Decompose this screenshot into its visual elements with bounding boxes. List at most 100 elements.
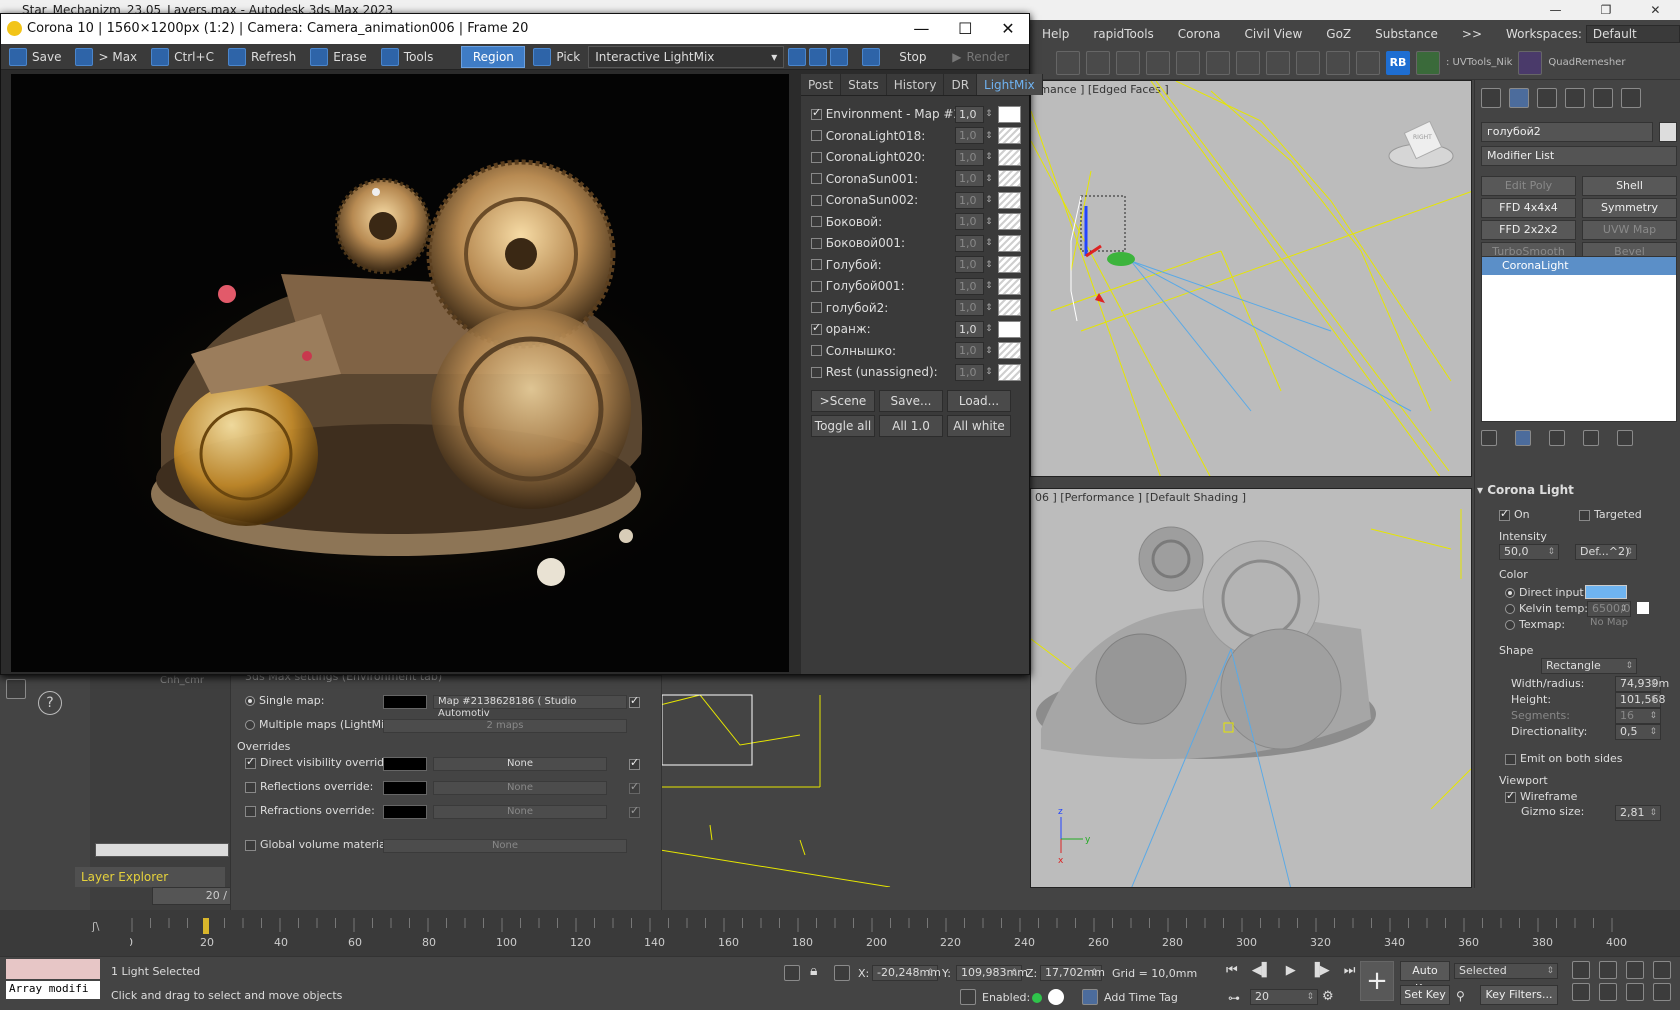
lightmix-enable-checkbox[interactable] bbox=[811, 259, 822, 270]
orbit-icon[interactable] bbox=[1626, 983, 1644, 1001]
uvtools-icon[interactable] bbox=[1416, 50, 1440, 75]
curve-editor-icon[interactable] bbox=[1146, 50, 1170, 75]
lightmix-enable-checkbox[interactable] bbox=[811, 173, 822, 184]
lm-save-button[interactable]: Save... bbox=[879, 390, 943, 412]
multiple-maps-button[interactable]: 2 maps bbox=[383, 719, 627, 733]
lightmix-enable-checkbox[interactable] bbox=[811, 237, 822, 249]
layer-manager-icon[interactable] bbox=[1056, 50, 1080, 75]
material-editor-icon[interactable] bbox=[1206, 50, 1230, 75]
time-tag-icon[interactable] bbox=[960, 989, 976, 1005]
refractions-swatch[interactable] bbox=[383, 805, 427, 819]
key-mode-icon[interactable]: ⊶ bbox=[1228, 991, 1240, 1005]
zoom-extents-icon[interactable] bbox=[1626, 961, 1644, 979]
lightmix-color-swatch[interactable] bbox=[997, 191, 1022, 209]
modifier-shell-button[interactable]: Shell bbox=[1582, 176, 1677, 196]
spinner-arrows-icon[interactable]: ⇕ bbox=[984, 109, 994, 119]
auto-key-button[interactable]: Auto Key bbox=[1400, 961, 1450, 995]
maxscript-listener-top[interactable] bbox=[6, 959, 100, 979]
lightmix-intensity-field[interactable]: 1,0 bbox=[955, 191, 985, 209]
tab-post[interactable]: Post bbox=[801, 74, 842, 95]
x-coordinate-field[interactable]: -20,248mm bbox=[872, 965, 941, 981]
menu-help[interactable]: Help bbox=[1030, 27, 1081, 41]
render-window-close[interactable]: ✕ bbox=[1001, 14, 1014, 44]
refractions-enable[interactable] bbox=[629, 804, 640, 818]
lightmix-enable-checkbox[interactable] bbox=[811, 194, 822, 206]
texmap-button[interactable]: No Map bbox=[1581, 617, 1637, 632]
refractions-map-button[interactable]: None bbox=[433, 805, 607, 819]
remove-modifier-icon[interactable] bbox=[1583, 430, 1599, 446]
spinner-arrows-icon[interactable]: ⇕ bbox=[984, 174, 994, 184]
maxscript-input[interactable]: Array modifi bbox=[6, 981, 100, 999]
multiple-maps-radio-dot[interactable] bbox=[245, 720, 255, 730]
tab-dr[interactable]: DR bbox=[944, 74, 978, 95]
lightmix-color-swatch[interactable] bbox=[997, 277, 1022, 295]
lightmix-intensity-field[interactable]: 1,0 bbox=[955, 299, 985, 316]
spinner-arrows-icon[interactable]: ⇕ bbox=[984, 238, 994, 248]
adaptive-degradation-icon[interactable] bbox=[1048, 989, 1064, 1005]
lightmix-intensity-field[interactable]: 1,0 bbox=[955, 234, 985, 252]
global-volume-checkbox[interactable]: Global volume material: bbox=[245, 838, 392, 851]
refractions-box[interactable] bbox=[245, 805, 256, 817]
rollout-corona-light[interactable]: ▾ Corona Light bbox=[1477, 480, 1677, 500]
render-cloud-icon[interactable] bbox=[1326, 50, 1350, 75]
targeted-checkbox[interactable]: Targeted bbox=[1579, 508, 1642, 521]
spinner-arrows-icon[interactable]: ⇕ bbox=[984, 131, 994, 141]
spinner-arrows-icon[interactable]: ⇕ bbox=[984, 367, 994, 377]
hierarchy-tab-icon[interactable] bbox=[1537, 88, 1557, 108]
directionality-spinner[interactable]: 0,5 bbox=[1615, 724, 1661, 740]
spinner-arrows-icon[interactable]: ⇕ bbox=[984, 217, 994, 227]
ribbon-icon[interactable] bbox=[1116, 50, 1140, 75]
single-map-enable-checkbox[interactable] bbox=[629, 694, 640, 708]
layer-explorer-dropdown[interactable]: Layer Explorer bbox=[75, 867, 225, 887]
tab-stats[interactable]: Stats bbox=[841, 74, 887, 95]
save-button[interactable]: Save bbox=[3, 46, 67, 68]
lightmix-enable-checkbox[interactable] bbox=[811, 130, 822, 141]
emit-both-sides-box[interactable] bbox=[1505, 753, 1516, 765]
direct-visibility-box[interactable] bbox=[245, 755, 256, 769]
shape-dropdown[interactable]: Rectangle bbox=[1541, 658, 1637, 674]
show-end-result-icon[interactable] bbox=[1515, 430, 1531, 446]
modifier-stack[interactable]: CoronaLight bbox=[1481, 256, 1677, 422]
lightmix-intensity-field[interactable]: 1,0 bbox=[955, 342, 985, 359]
scene-explorer-icon[interactable] bbox=[1086, 50, 1110, 75]
copy-button[interactable]: Ctrl+C bbox=[145, 46, 220, 68]
zoom-in-icon[interactable] bbox=[788, 47, 807, 66]
tools-button[interactable]: Tools bbox=[375, 46, 440, 68]
lightmix-color-swatch[interactable] bbox=[997, 127, 1022, 144]
viewcube[interactable] bbox=[1388, 120, 1454, 169]
menu-rapidtools[interactable]: rapidTools bbox=[1081, 27, 1165, 41]
direct-input-color-swatch[interactable] bbox=[1585, 585, 1627, 599]
lightmix-intensity-field[interactable]: 1,0 bbox=[955, 213, 985, 230]
selected-set-dropdown[interactable]: Selected bbox=[1454, 963, 1558, 979]
lightmix-color-swatch[interactable] bbox=[997, 256, 1022, 273]
multiple-maps-radio[interactable]: Multiple maps (LightMix): bbox=[245, 718, 399, 731]
on-checkbox-box[interactable] bbox=[1499, 507, 1510, 521]
refractions-checkbox[interactable]: Refractions override: bbox=[245, 804, 375, 817]
scene-explorer-toggle-icon[interactable] bbox=[6, 679, 26, 699]
close-button[interactable]: ✕ bbox=[1650, 0, 1660, 20]
modifier-uvw-map-button[interactable]: UVW Map bbox=[1582, 220, 1677, 240]
reflections-swatch[interactable] bbox=[383, 781, 427, 795]
direct-visibility-map-button[interactable]: None bbox=[433, 757, 607, 771]
intensity-spinner[interactable]: 50,0 bbox=[1499, 544, 1559, 560]
menu-corona[interactable]: Corona bbox=[1166, 27, 1233, 41]
single-map-radio[interactable]: Single map: bbox=[245, 694, 324, 707]
zoom-icon[interactable] bbox=[1572, 961, 1590, 979]
lightmix-enable-checkbox[interactable] bbox=[811, 106, 822, 120]
on-checkbox[interactable]: On bbox=[1499, 507, 1530, 521]
spinner-arrows-icon[interactable]: ⇕ bbox=[984, 346, 994, 356]
quadremesher-label[interactable]: QuadRemesher bbox=[1548, 57, 1625, 68]
menu-substance[interactable]: Substance bbox=[1363, 27, 1450, 41]
lightmix-color-swatch[interactable] bbox=[997, 213, 1022, 230]
render-window-titlebar[interactable]: Corona 10 | 1560×1200px (1:2) | Camera: … bbox=[1, 14, 1029, 44]
reflections-box[interactable] bbox=[245, 781, 256, 793]
render-window-minimize[interactable]: — bbox=[913, 14, 929, 44]
direct-visibility-checkbox[interactable]: Direct visibility override: bbox=[245, 755, 395, 769]
lightmix-color-swatch[interactable] bbox=[997, 299, 1022, 316]
lightmix-enable-checkbox[interactable] bbox=[811, 151, 822, 163]
reflections-map-button[interactable]: None bbox=[433, 781, 607, 795]
lm-scene-button[interactable]: >Scene bbox=[811, 390, 875, 412]
z-coordinate-field[interactable]: 17,702mm bbox=[1040, 965, 1105, 981]
single-map-button[interactable]: Map #2138628186 ( Studio Automotiv bbox=[433, 695, 627, 719]
rb-plugin-button[interactable]: RB bbox=[1386, 50, 1410, 75]
